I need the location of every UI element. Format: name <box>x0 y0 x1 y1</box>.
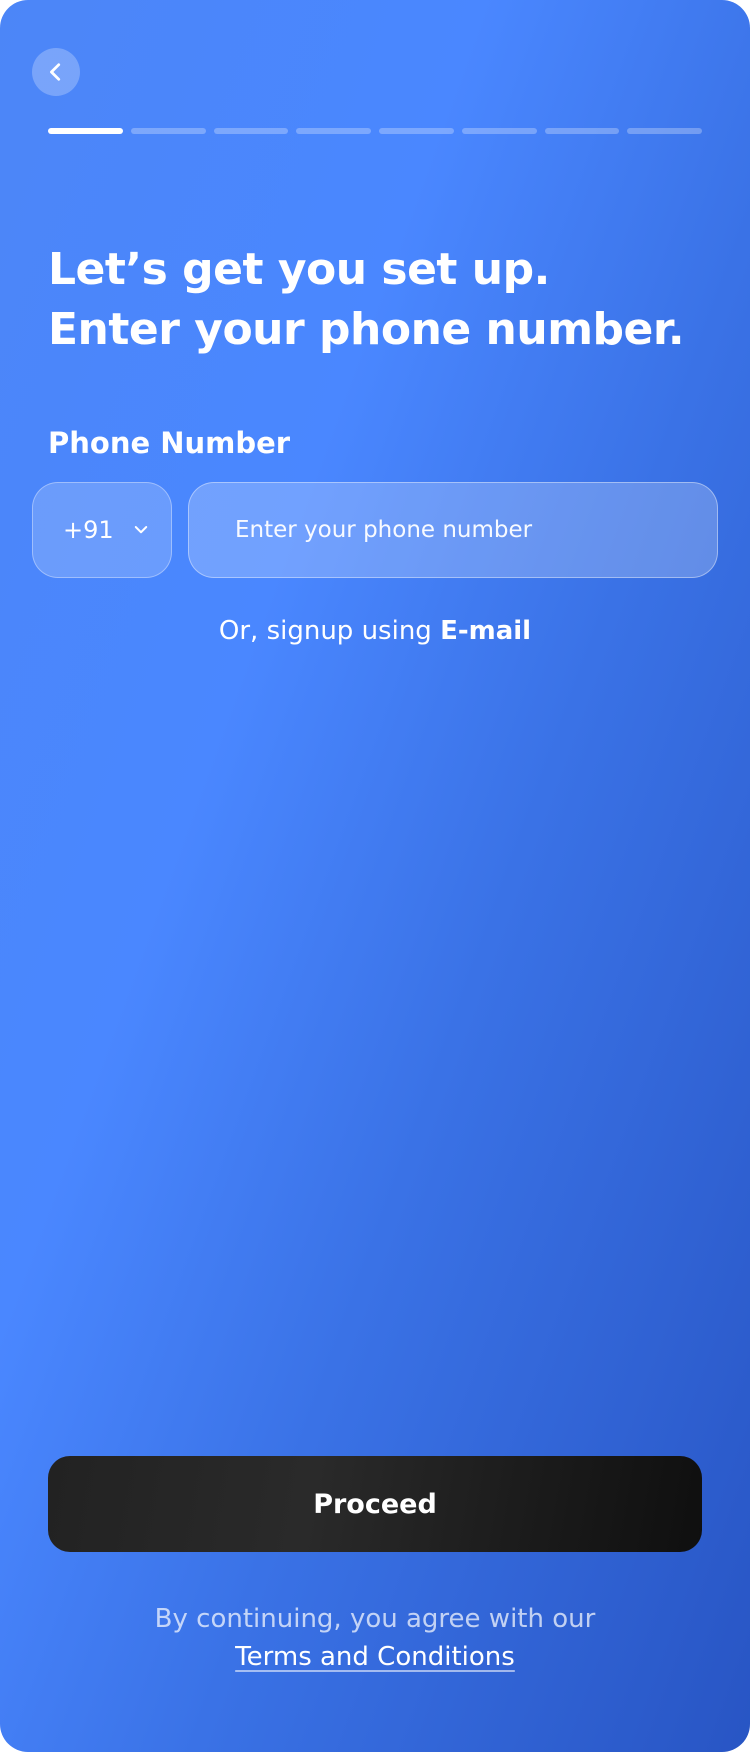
progress-step-2 <box>130 128 206 134</box>
country-code-value: +91 <box>63 516 114 544</box>
progress-step-6 <box>461 128 537 134</box>
progress-step-5 <box>379 128 454 134</box>
chevron-down-icon <box>134 526 147 534</box>
progress-step-3 <box>213 128 289 134</box>
progress-step-7 <box>544 128 620 134</box>
country-code-select[interactable]: +91 <box>32 482 172 578</box>
back-button[interactable] <box>32 48 80 96</box>
terms-and-conditions-link[interactable]: Terms and Conditions <box>235 1642 515 1672</box>
progress-step-8 <box>627 128 702 134</box>
phone-number-label: Phone Number <box>48 426 291 460</box>
email-signup-link[interactable]: E-mail <box>440 616 531 646</box>
alt-signup-prefix: Or, signup using <box>218 616 441 646</box>
alt-signup-text: Or, signup using E-mail <box>0 616 750 646</box>
page-title: Let’s get you set up. Enter your phone n… <box>48 240 708 360</box>
page-title-line-2: Enter your phone number. <box>48 304 685 355</box>
legal-notice: By continuing, you agree with our Terms … <box>0 1600 750 1676</box>
signup-screen: Let’s get you set up. Enter your phone n… <box>0 0 750 1752</box>
proceed-button[interactable]: Proceed <box>48 1456 702 1552</box>
progress-step-1 <box>48 128 123 134</box>
legal-text: By continuing, you agree with our <box>154 1604 596 1634</box>
progress-step-4 <box>296 128 371 134</box>
chevron-left-icon <box>50 63 61 81</box>
step-progress-bar <box>48 128 702 134</box>
page-title-line-1: Let’s get you set up. <box>48 244 550 295</box>
phone-number-input[interactable] <box>188 482 718 578</box>
